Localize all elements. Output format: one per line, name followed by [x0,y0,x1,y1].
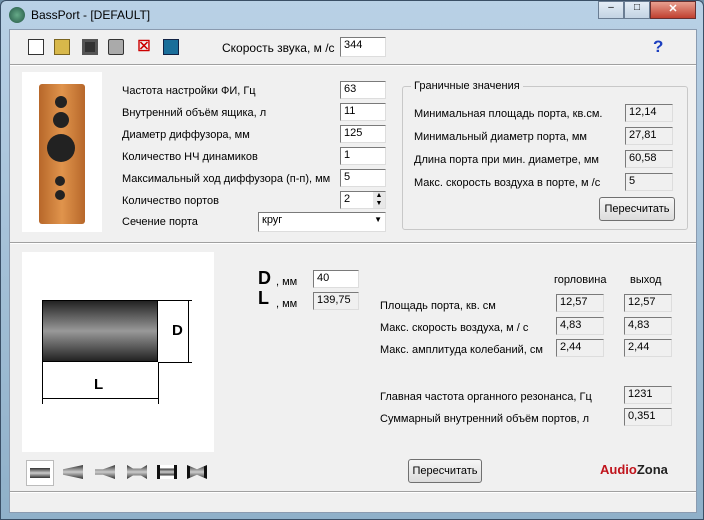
port-area-throat: 12,57 [556,294,604,312]
maximize-button[interactable]: □ [624,1,650,19]
calculator-icon[interactable] [163,39,179,55]
speaker-image [22,72,102,232]
max-air-speed-value: 5 [625,173,673,191]
min-port-area-label: Минимальная площадь порта, кв.см. [414,108,603,120]
port-section-select[interactable]: круг ▼ [258,212,386,232]
limits-recalculate-button[interactable]: Пересчитать [599,197,675,221]
minimize-button[interactable]: – [598,1,624,19]
port-area-label: Площадь порта, кв. см [380,300,496,312]
shape-straight-button[interactable] [26,460,54,486]
column-exit: выход [630,274,662,286]
air-speed-throat: 4,83 [556,317,604,335]
sound-speed-label: Скорость звука, м /с [222,41,335,55]
column-throat: горловина [554,274,607,286]
tuning-frequency-label: Частота настройки ФИ, Гц [122,85,256,97]
new-file-icon[interactable] [28,39,44,55]
max-excursion-label: Максимальный ход диффузора (п-п), мм [122,173,331,185]
min-port-area-value: 12,14 [625,104,673,122]
logo-audio: Audio [600,462,637,477]
min-port-diameter-label: Минимальный диаметр порта, мм [414,131,587,143]
shape-double-flare-button[interactable] [124,462,150,482]
flanged-tube-icon [157,465,177,479]
d-unit: , мм [276,276,298,288]
diagram-d-label: D [172,322,183,339]
amplitude-throat: 2,44 [556,339,604,357]
l-label: L [258,288,269,308]
ports-volume-value: 0,351 [624,408,672,426]
client-area: ☒ Скорость звука, м /с 344 ? Частота нас… [9,29,697,513]
audiozona-logo: AudioZona [600,462,668,477]
port-length-label: Длина порта при мин. диаметре, мм [414,154,599,166]
amplitude-label: Макс. амплитуда колебаний, см [380,344,543,356]
resonance-label: Главная частота органного резонанса, Гц [380,391,592,403]
ports-volume-label: Суммарный внутренний объём портов, л [380,413,590,425]
status-bar [10,492,696,512]
open-folder-icon[interactable] [54,39,70,55]
port-section-label: Сечение порта [122,216,198,228]
resonance-value: 1231 [624,386,672,404]
amplitude-exit: 2,44 [624,339,672,357]
port-area-exit: 12,57 [624,294,672,312]
chevron-down-icon: ▼ [374,215,382,224]
cone-diameter-label: Диаметр диффузора, мм [122,129,250,141]
max-air-speed-label: Макс. скорость воздуха в порте, м /с [414,177,601,189]
tuning-frequency-input[interactable]: 63 [340,81,386,99]
close-button[interactable]: ✕ [650,1,696,19]
shape-cone-button[interactable] [60,462,86,482]
shape-flanged-button[interactable] [154,462,180,482]
print-icon[interactable] [108,39,124,55]
flared-tube-icon [95,465,115,479]
air-speed-exit: 4,83 [624,317,672,335]
window-title: BassPort - [DEFAULT] [31,8,151,22]
divider [10,64,696,66]
port-length-value: 60,58 [625,150,673,168]
hourglass-tube-icon [187,465,207,479]
recalculate-button[interactable]: Пересчитать [408,459,482,483]
air-speed-label: Макс. скорость воздуха, м / с [380,322,529,334]
min-port-diameter-value: 27,81 [625,127,673,145]
straight-tube-icon [30,468,50,478]
app-window: BassPort - [DEFAULT] – □ ✕ ☒ Скорость зв… [0,0,704,520]
l-unit: , мм [276,298,298,310]
shape-hourglass-button[interactable] [184,462,210,482]
d-input[interactable]: 40 [313,270,359,288]
woofer-count-label: Количество НЧ динамиков [122,151,258,163]
logo-zona: Zona [636,462,668,477]
sound-speed-input[interactable]: 344 [340,37,386,57]
limits-group: Граничные значения Минимальная площадь п… [402,80,688,230]
port-cylinder [42,300,158,362]
port-count-spinner[interactable]: ▲ ▼ [373,192,385,208]
box-volume-label: Внутренний объём ящика, л [122,107,267,119]
port-section-value: круг [262,214,283,226]
d-label: D [258,268,271,288]
cone-tube-icon [63,465,83,479]
help-icon[interactable]: ? [653,37,663,57]
divider [10,242,696,244]
delete-icon[interactable]: ☒ [136,39,152,55]
cone-diameter-input[interactable]: 125 [340,125,386,143]
l-value: 139,75 [313,292,359,310]
app-icon [9,7,25,23]
box-volume-input[interactable]: 11 [340,103,386,121]
diagram-l-label: L [94,376,104,393]
max-excursion-input[interactable]: 5 [340,169,386,187]
save-icon[interactable] [82,39,98,55]
port-count-label: Количество портов [122,195,219,207]
double-flare-icon [127,465,147,479]
port-diagram: D L [22,252,214,452]
woofer-count-input[interactable]: 1 [340,147,386,165]
shape-flared-button[interactable] [92,462,118,482]
limits-title: Граничные значения [411,80,523,92]
